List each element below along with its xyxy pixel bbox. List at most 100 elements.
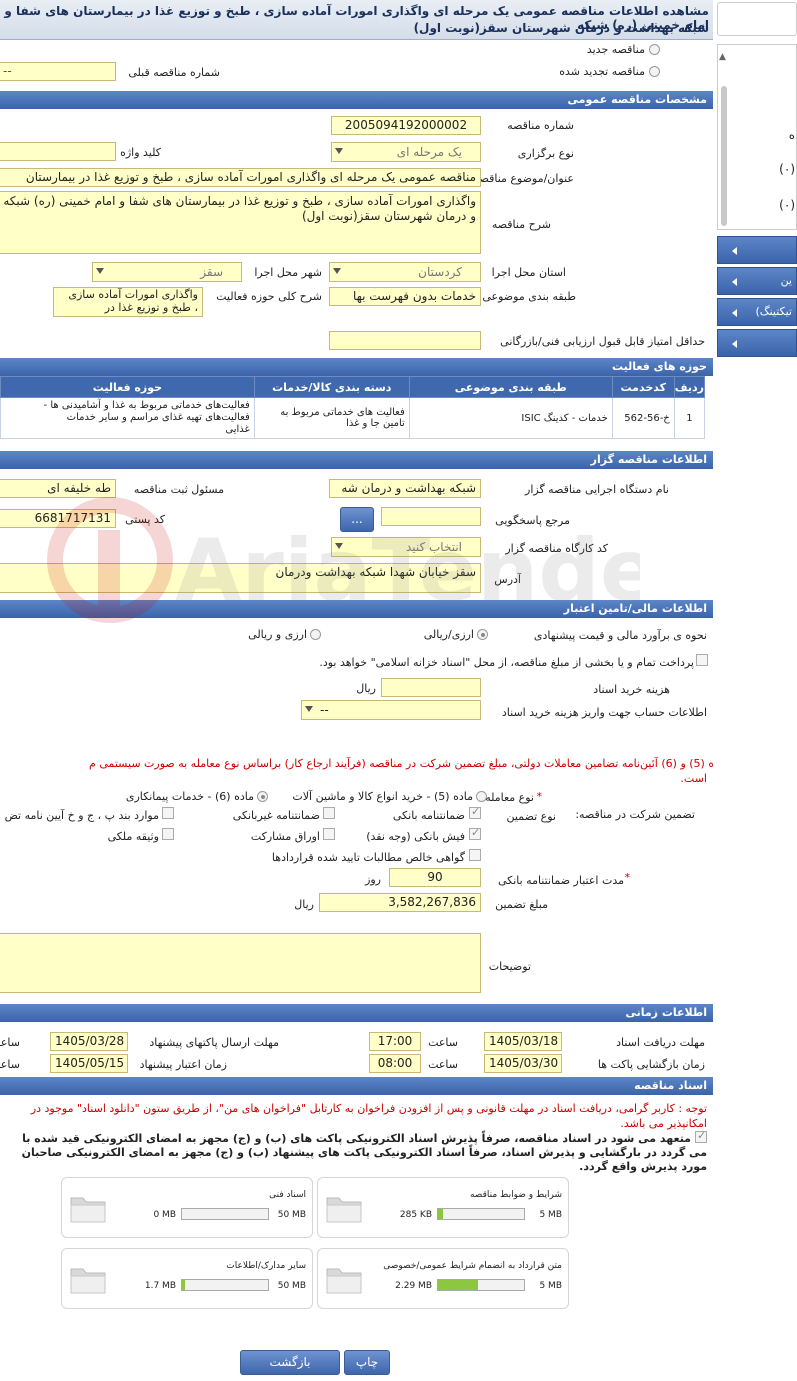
commit-checkbox[interactable]	[695, 1129, 707, 1143]
notes-label: توضیحات	[488, 960, 531, 973]
prev-number-field[interactable]: --	[0, 62, 116, 81]
file-box-technical[interactable]: اسناد فنی 50 MB 0 MB	[61, 1177, 313, 1238]
activity-table: ردیف کدخدمت طبقه بندی موضوعی دسته بندی ک…	[0, 376, 706, 439]
sidebar-item-3[interactable]: تیکتینگ)	[717, 298, 797, 326]
type-select[interactable]: یک مرحله ای	[331, 142, 481, 162]
doc-fee-unit: ریال	[356, 682, 376, 695]
subject-label: عنوان/موضوع مناقصه	[473, 172, 574, 185]
sidebar-arrow-icon: ▲	[719, 52, 726, 62]
scope-field[interactable]: واگذاری امورات آماده سازی ، طبخ و توزیع …	[53, 287, 203, 317]
min-score-field[interactable]	[329, 331, 481, 350]
sidebar-scrollbar[interactable]	[721, 86, 727, 226]
doc-fee-field[interactable]	[381, 678, 481, 697]
g-claims-checkbox[interactable]	[469, 849, 481, 861]
file-name: متن قرارداد به انضمام شرایط عمومی/خصوصی	[383, 1261, 562, 1271]
radio-new-label: مناقصه جدید	[586, 43, 645, 56]
responsible-field[interactable]: طه خلیفه ای	[0, 479, 116, 498]
keyword-field[interactable]	[0, 142, 116, 161]
open-time-field[interactable]: 08:00	[369, 1054, 421, 1073]
reference-field[interactable]	[381, 507, 481, 526]
g-items-checkbox[interactable]	[162, 807, 174, 819]
doc-fee-label: هزینه خرید اسناد	[593, 683, 670, 696]
commit-line2: می گردد در بارگشایی و پذیرش اسناد، صرفاً…	[21, 1146, 707, 1159]
notes-field[interactable]	[0, 933, 481, 993]
g-items-label: موارد بند پ ، ج و خ آیین نامه تض	[4, 809, 159, 822]
legal-note-line1: طبق ماده (5) و (6) آئین‌نامه تضامین معام…	[89, 757, 713, 770]
offer-validity-field[interactable]: 1405/05/15	[50, 1054, 128, 1073]
amount-field[interactable]: 3,582,267,836	[319, 893, 481, 912]
table-row: 1 خ-56-562 خدمات - کدینگ ISIC فعالیت های…	[0, 397, 706, 439]
address-field[interactable]: سقز خیابان شهدا شبکه بهداشت ودرمان	[0, 563, 481, 593]
g-bonds-label: اوراق مشارکت	[250, 830, 320, 843]
row-scope-line1: فعالیت‌های خدماتی مربوط به غذا و آشامیدن…	[43, 400, 250, 411]
open-date-field[interactable]: 1405/03/30	[484, 1054, 562, 1073]
description-line2: و درمان شهرستان سقز(نوبت اول)	[301, 209, 476, 223]
g-bank-checkbox[interactable]	[469, 805, 481, 819]
sidebar-text3: (۰)	[779, 198, 795, 212]
file-progress-bar	[437, 1208, 525, 1220]
radio-rial[interactable]	[477, 629, 488, 640]
province-label: استان محل اجرا	[491, 266, 566, 279]
g-bonds-checkbox[interactable]	[323, 828, 335, 840]
open-time-label: ساعت	[428, 1058, 458, 1071]
validity-field[interactable]: 90	[389, 868, 481, 887]
g-claims-label: گواهی خالص مطالبات تایید شده قراردادها	[271, 851, 465, 864]
reference-browse-button[interactable]: ...	[340, 507, 374, 532]
send-time-label: ساعت	[0, 1036, 20, 1049]
sidebar-item-2[interactable]: ین	[717, 267, 797, 295]
col-goods: دسته بندی کالا/خدمات	[253, 376, 410, 398]
account-select[interactable]: --	[301, 700, 481, 720]
file-box-other[interactable]: سایر مدارک/اطلاعات 50 MB 1.7 MB	[61, 1248, 313, 1309]
subject-field[interactable]: مناقصه عمومی یک مرحله ای واگذاری امورات …	[0, 168, 481, 187]
file-progress-fill	[438, 1209, 444, 1219]
row-scope-line2: فعالیت‌های تهیه غذای مراسم و سایر خدمات	[66, 412, 250, 423]
g-cheque-label: فیش بانکی (وجه نقد)	[366, 830, 465, 843]
scope-line1: واگذاری امورات آماده سازی	[68, 288, 198, 301]
sidebar-item-4[interactable]	[717, 329, 797, 357]
radio-deal-5-label: ماده (5) - خرید انواع کالا و ماشین آلات	[292, 790, 473, 803]
category-field[interactable]: خدمات بدون فهرست بها	[329, 287, 481, 306]
col-scope: حوزه فعالیت	[0, 376, 255, 398]
file-progress-bar	[181, 1208, 269, 1220]
commit-line1: متعهد می شود در اسناد مناقصه، صرفاً پذیر…	[22, 1132, 691, 1145]
treasury-checkbox[interactable]	[696, 654, 708, 666]
file-current-size: 1.7 MB	[144, 1281, 176, 1291]
postal-code-field[interactable]: 6681717131	[0, 509, 116, 528]
city-select[interactable]: سقز	[92, 262, 242, 282]
tender-number-field[interactable]: 2005094192000002	[331, 116, 481, 135]
sidebar-text1: ه	[788, 128, 795, 142]
sidebar-caret-icon	[732, 278, 737, 286]
workshop-code-select[interactable]: انتخاب کنید	[331, 537, 481, 557]
description-line1: واگذاری امورات آماده سازی ، طبخ و توزیع …	[0, 194, 476, 208]
radio-both[interactable]	[310, 629, 321, 640]
radio-deal-5[interactable]	[476, 791, 487, 802]
sidebar-item-1[interactable]	[717, 236, 797, 264]
guarantee-label: تضمین شرکت در مناقصه:	[575, 808, 695, 821]
back-button[interactable]: بازگشت	[240, 1350, 340, 1375]
radio-deal-6[interactable]	[257, 791, 268, 802]
file-max-size: 5 MB	[539, 1210, 562, 1220]
section-timing: اطلاعات زمانی	[0, 1004, 713, 1022]
row-scope: فعالیت‌های خدماتی مربوط به غذا و آشامیدن…	[0, 397, 255, 439]
radio-rial-label: ارزی/ریالی	[423, 628, 474, 641]
send-label: مهلت ارسال پاکتهای پیشنهاد	[149, 1036, 279, 1049]
radio-new-tender[interactable]	[649, 44, 660, 55]
g-nonbank-checkbox[interactable]	[323, 807, 335, 819]
g-cheque-checkbox[interactable]	[469, 826, 481, 840]
org-name-field[interactable]: شبکه بهداشت و درمان شه	[329, 479, 481, 498]
folder-icon	[326, 1197, 362, 1223]
send-date-field[interactable]: 1405/03/28	[50, 1032, 128, 1051]
g-property-checkbox[interactable]	[162, 828, 174, 840]
receive-date-field[interactable]: 1405/03/18	[484, 1032, 562, 1051]
file-name: سایر مدارک/اطلاعات	[226, 1261, 306, 1271]
radio-renewed-tender[interactable]	[649, 66, 660, 77]
description-field[interactable]: واگذاری امورات آماده سازی ، طبخ و توزیع …	[0, 191, 481, 254]
print-button[interactable]: چاپ	[344, 1350, 390, 1375]
receive-time-label: ساعت	[428, 1036, 458, 1049]
file-box-contract[interactable]: متن قرارداد به انضمام شرایط عمومی/خصوصی …	[317, 1248, 569, 1309]
min-score-label: حداقل امتیاز قابل قبول ارزیابی فنی/بازرگ…	[500, 335, 705, 348]
file-box-conditions[interactable]: شرایط و ضوابط مناقصه 5 MB 285 KB	[317, 1177, 569, 1238]
receive-time-field[interactable]: 17:00	[369, 1032, 421, 1051]
amount-unit: ریال	[294, 898, 314, 911]
province-select[interactable]: کردستان	[329, 262, 481, 282]
